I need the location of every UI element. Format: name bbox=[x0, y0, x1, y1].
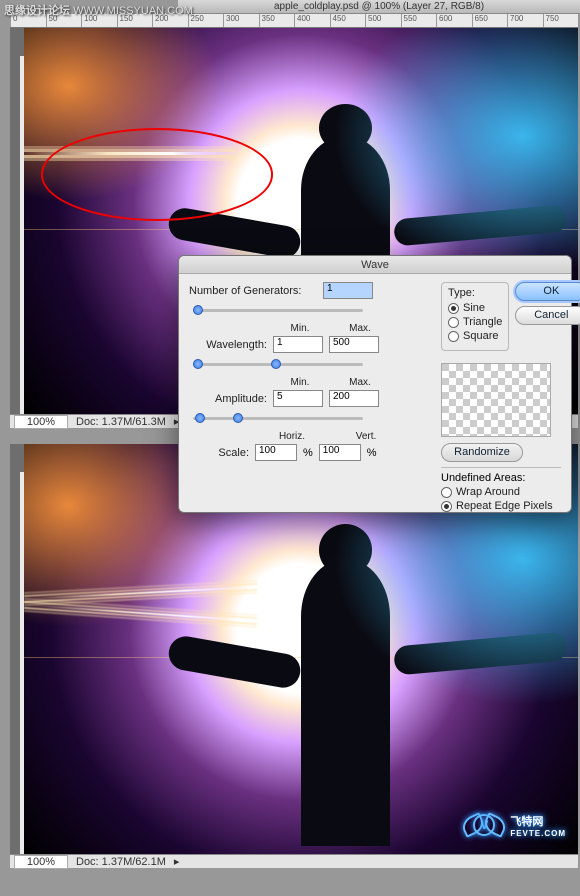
doc-size-readout: Doc: 1.37M/61.3M bbox=[76, 416, 166, 428]
num-generators-input[interactable]: 1 bbox=[323, 282, 373, 299]
fevte-logo: V 飞特网 FEVTE.COM bbox=[462, 810, 566, 840]
silhouette-figure bbox=[235, 559, 457, 846]
vert-column-label: Vert. bbox=[341, 431, 391, 442]
undefined-areas-group: Undefined Areas: Wrap Around Repeat Edge… bbox=[441, 467, 561, 512]
type-square-radio[interactable]: Square bbox=[448, 330, 502, 342]
wrap-around-radio[interactable]: Wrap Around bbox=[441, 486, 561, 498]
horiz-column-label: Horiz. bbox=[267, 431, 317, 442]
doc-size-readout: Doc: 1.37M/62.1M bbox=[76, 856, 166, 868]
amplitude-max-input[interactable]: 200 bbox=[329, 390, 379, 407]
zoom-level[interactable]: 100% bbox=[14, 855, 68, 869]
type-group: Type: Sine Triangle Square bbox=[441, 282, 509, 351]
wave-filter-dialog: Wave Number of Generators: 1 Min. Max. W… bbox=[178, 255, 572, 513]
zoom-level[interactable]: 100% bbox=[14, 415, 68, 429]
scale-label: Scale: bbox=[189, 447, 249, 459]
amplitude-slider[interactable] bbox=[193, 411, 363, 425]
preview-thumbnail bbox=[441, 363, 551, 437]
wavelength-slider[interactable] bbox=[193, 357, 363, 371]
red-annotation-ellipse bbox=[41, 128, 274, 221]
randomize-button[interactable]: Randomize bbox=[441, 443, 523, 462]
max-column-label: Max. bbox=[335, 377, 385, 388]
amplitude-label: Amplitude: bbox=[189, 393, 267, 405]
scale-horiz-input[interactable]: 100 bbox=[255, 444, 297, 461]
type-legend: Type: bbox=[448, 287, 502, 299]
min-column-label: Min. bbox=[275, 323, 325, 334]
source-watermark: 思缘设计论坛 WWW.MISSYUAN.COM bbox=[4, 2, 193, 18]
max-column-label: Max. bbox=[335, 323, 385, 334]
chevron-right-icon[interactable]: ▸ bbox=[174, 855, 180, 868]
dialog-title: Wave bbox=[179, 256, 571, 274]
cancel-button[interactable]: Cancel bbox=[515, 306, 580, 325]
type-triangle-radio[interactable]: Triangle bbox=[448, 316, 502, 328]
num-generators-slider[interactable] bbox=[193, 303, 363, 317]
undefined-areas-legend: Undefined Areas: bbox=[441, 472, 561, 484]
wavelength-label: Wavelength: bbox=[189, 339, 267, 351]
status-bar: 100% Doc: 1.37M/62.1M ▸ bbox=[10, 854, 578, 868]
ok-button[interactable]: OK bbox=[515, 282, 580, 301]
light-streak-wave bbox=[24, 585, 257, 599]
type-sine-radio[interactable]: Sine bbox=[448, 302, 502, 314]
percent-label: % bbox=[303, 447, 313, 459]
repeat-edge-radio[interactable]: Repeat Edge Pixels bbox=[441, 500, 561, 512]
document-title-bar: apple_coldplay.psd @ 100% (Layer 27, RGB… bbox=[178, 0, 580, 14]
scale-vert-input[interactable]: 100 bbox=[319, 444, 361, 461]
wavelength-max-input[interactable]: 500 bbox=[329, 336, 379, 353]
wavelength-min-input[interactable]: 1 bbox=[273, 336, 323, 353]
light-streak-wave bbox=[24, 604, 257, 622]
min-column-label: Min. bbox=[275, 377, 325, 388]
num-generators-label: Number of Generators: bbox=[189, 285, 317, 297]
amplitude-min-input[interactable]: 5 bbox=[273, 390, 323, 407]
percent-label: % bbox=[367, 447, 377, 459]
